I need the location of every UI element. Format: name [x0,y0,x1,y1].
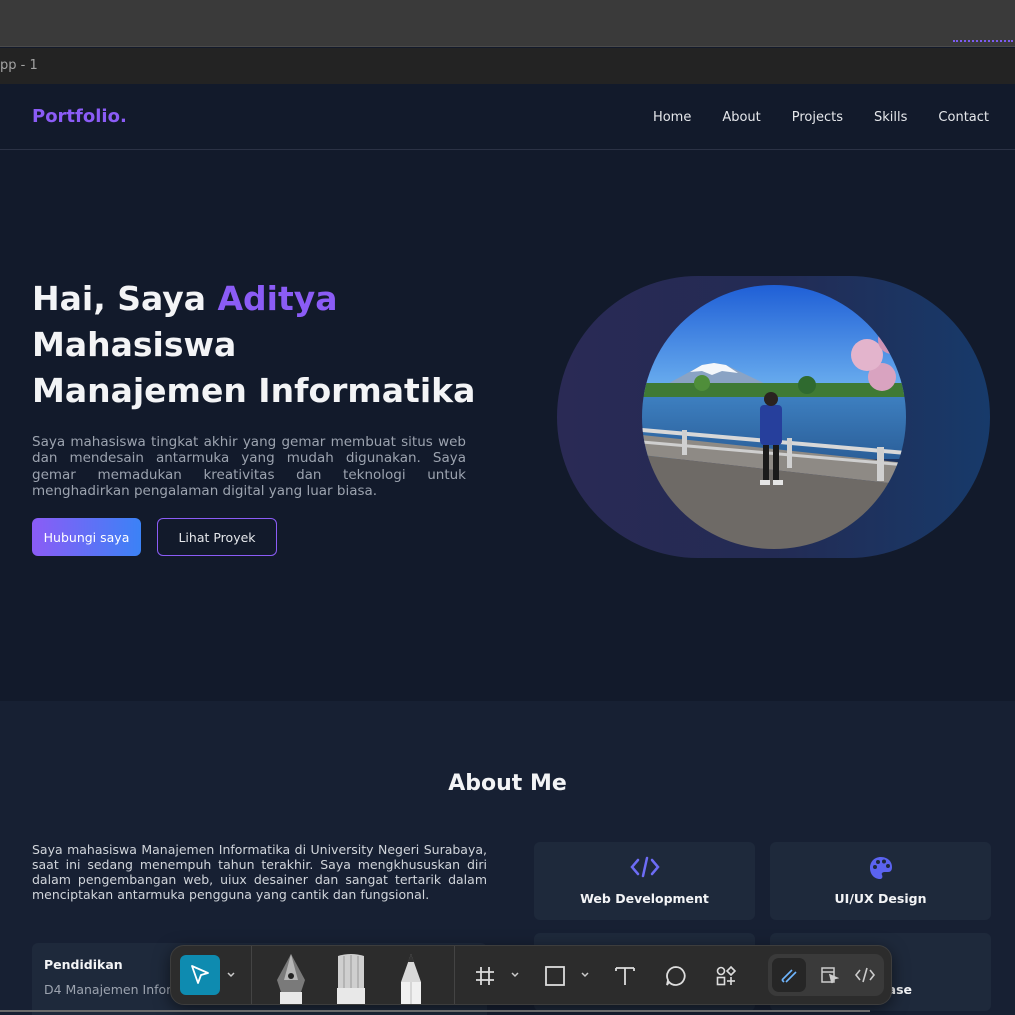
hero-greeting: Hai, Saya [32,279,218,318]
move-icon[interactable] [180,955,220,995]
nav-about[interactable]: About [722,110,760,125]
skill-card-web-development: Web Development [534,842,755,920]
frame-label[interactable]: pp - 1 [0,58,38,73]
card-label: Web Development [580,891,709,906]
editor-top-bar [0,0,1015,47]
draw-mode-icon[interactable] [772,958,806,992]
card-label: UI/UX Design [834,891,927,906]
skill-card-ui-ux-design: UI/UX Design [770,842,991,920]
education-detail: D4 Manajemen Infor [44,982,172,997]
palette-icon [770,856,991,880]
comment-icon[interactable] [663,963,689,989]
pencil-icon[interactable] [393,952,429,1004]
dev-mode-icon[interactable] [848,958,882,992]
site-logo[interactable]: Portfolio. [32,106,127,127]
about-title: About Me [448,771,567,796]
scrollbar[interactable] [0,1010,870,1012]
nav-contact[interactable]: Contact [938,110,989,125]
about-description: Saya mahasiswa Manajemen Informatika di … [32,842,487,902]
hero-description: Saya mahasiswa tingkat akhir yang gemar … [32,434,466,500]
nav-home[interactable]: Home [653,110,691,125]
editor-toolbar [170,945,892,1005]
components-icon[interactable] [713,963,739,989]
selection-handle [953,40,1013,46]
frame-label-bar: pp - 1 [0,48,1015,84]
nav-links: Home About Projects Skills Contact [653,110,989,125]
code-icon [534,856,755,878]
navbar: Portfolio. Home About Projects Skills Co… [0,84,1015,150]
text-icon[interactable] [612,963,638,989]
rectangle-icon[interactable] [542,963,568,989]
education-title: Pendidikan [44,957,123,972]
hero-name: Aditya [217,279,338,318]
hero-line-3: Manajemen Informatika [32,371,476,410]
chevron-down-icon[interactable] [223,964,239,986]
design-mode-icon[interactable] [812,958,846,992]
hero-line-2: Mahasiswa [32,325,237,364]
nav-projects[interactable]: Projects [792,110,843,125]
brush-icon[interactable] [333,952,369,1004]
frame-icon[interactable] [472,963,498,989]
view-projects-button[interactable]: Lihat Proyek [157,518,277,556]
hero-title: Hai, Saya Aditya Mahasiswa Manajemen Inf… [32,276,492,414]
contact-button[interactable]: Hubungi saya [32,518,141,556]
design-canvas: Portfolio. Home About Projects Skills Co… [0,84,1015,1015]
chevron-down-icon[interactable] [507,964,523,986]
profile-photo [642,285,906,549]
chevron-down-icon[interactable] [577,964,593,986]
pen-icon[interactable] [273,952,309,1004]
toolbar-divider [251,946,252,1004]
hero-section: Hai, Saya Aditya Mahasiswa Manajemen Inf… [0,150,1015,701]
toolbar-divider [454,946,455,1004]
nav-skills[interactable]: Skills [874,110,907,125]
